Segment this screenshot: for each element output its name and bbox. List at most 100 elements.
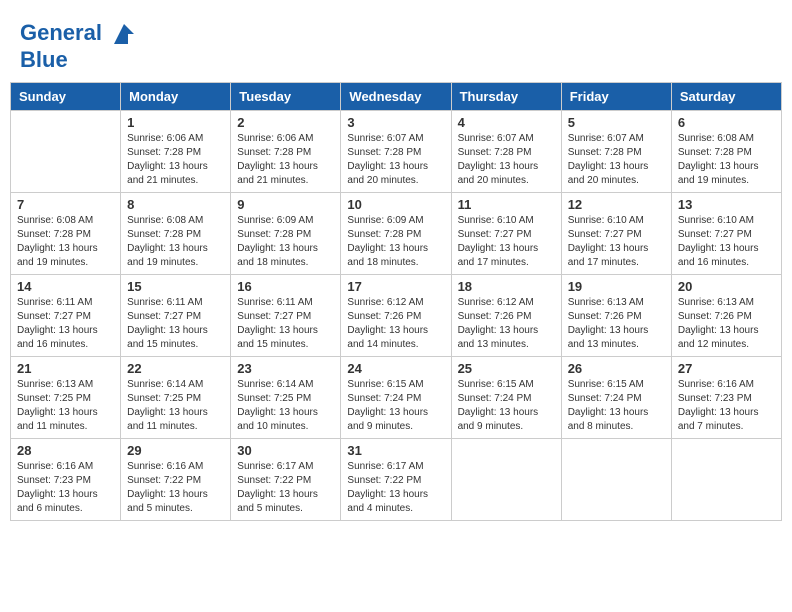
day-cell: 7 Sunrise: 6:08 AM Sunset: 7:28 PM Daylig… <box>11 193 121 275</box>
day-number: 27 <box>678 361 775 376</box>
day-number: 21 <box>17 361 114 376</box>
day-number: 11 <box>458 197 555 212</box>
day-info: Sunrise: 6:06 AM Sunset: 7:28 PM Dayligh… <box>127 132 224 188</box>
day-info: Sunrise: 6:10 AM Sunset: 7:27 PM Dayligh… <box>678 214 775 270</box>
day-cell: 22 Sunrise: 6:14 AM Sunset: 7:25 PM Dayli… <box>121 357 231 439</box>
week-row-4: 21 Sunrise: 6:13 AM Sunset: 7:25 PM Dayli… <box>11 357 782 439</box>
week-row-2: 7 Sunrise: 6:08 AM Sunset: 7:28 PM Daylig… <box>11 193 782 275</box>
week-row-1: 1Sunrise: 6:06 AM Sunset: 7:28 PM Daylig… <box>11 111 782 193</box>
day-number: 4 <box>458 115 555 130</box>
day-number: 12 <box>568 197 665 212</box>
day-cell: 24 Sunrise: 6:15 AM Sunset: 7:24 PM Dayli… <box>341 357 451 439</box>
day-info: Sunrise: 6:14 AM Sunset: 7:25 PM Dayligh… <box>237 378 334 434</box>
logo-general: General <box>20 20 102 45</box>
day-info: Sunrise: 6:17 AM Sunset: 7:22 PM Dayligh… <box>347 460 444 516</box>
day-info: Sunrise: 6:11 AM Sunset: 7:27 PM Dayligh… <box>237 296 334 352</box>
day-cell: 28 Sunrise: 6:16 AM Sunset: 7:23 PM Dayli… <box>11 439 121 521</box>
day-number: 3 <box>347 115 444 130</box>
day-number: 22 <box>127 361 224 376</box>
day-cell <box>671 439 781 521</box>
day-cell: 10 Sunrise: 6:09 AM Sunset: 7:28 PM Dayli… <box>341 193 451 275</box>
day-info: Sunrise: 6:12 AM Sunset: 7:26 PM Dayligh… <box>458 296 555 352</box>
week-row-3: 14 Sunrise: 6:11 AM Sunset: 7:27 PM Dayli… <box>11 275 782 357</box>
day-info: Sunrise: 6:15 AM Sunset: 7:24 PM Dayligh… <box>347 378 444 434</box>
day-number: 7 <box>17 197 114 212</box>
day-number: 17 <box>347 279 444 294</box>
weekday-header-tuesday: Tuesday <box>231 83 341 111</box>
weekday-header-friday: Friday <box>561 83 671 111</box>
day-cell: 5Sunrise: 6:07 AM Sunset: 7:28 PM Daylig… <box>561 111 671 193</box>
day-number: 31 <box>347 443 444 458</box>
weekday-header-monday: Monday <box>121 83 231 111</box>
day-info: Sunrise: 6:06 AM Sunset: 7:28 PM Dayligh… <box>237 132 334 188</box>
day-info: Sunrise: 6:15 AM Sunset: 7:24 PM Dayligh… <box>568 378 665 434</box>
day-cell: 26Sunrise: 6:15 AM Sunset: 7:24 PM Dayli… <box>561 357 671 439</box>
day-number: 14 <box>17 279 114 294</box>
day-number: 15 <box>127 279 224 294</box>
day-number: 30 <box>237 443 334 458</box>
weekday-header-wednesday: Wednesday <box>341 83 451 111</box>
day-info: Sunrise: 6:11 AM Sunset: 7:27 PM Dayligh… <box>17 296 114 352</box>
day-number: 19 <box>568 279 665 294</box>
day-info: Sunrise: 6:10 AM Sunset: 7:27 PM Dayligh… <box>458 214 555 270</box>
day-info: Sunrise: 6:07 AM Sunset: 7:28 PM Dayligh… <box>458 132 555 188</box>
weekday-header-saturday: Saturday <box>671 83 781 111</box>
day-cell: 11 Sunrise: 6:10 AM Sunset: 7:27 PM Dayli… <box>451 193 561 275</box>
day-cell: 30Sunrise: 6:17 AM Sunset: 7:22 PM Dayli… <box>231 439 341 521</box>
day-info: Sunrise: 6:08 AM Sunset: 7:28 PM Dayligh… <box>678 132 775 188</box>
day-cell: 25Sunrise: 6:15 AM Sunset: 7:24 PM Dayli… <box>451 357 561 439</box>
weekday-header-sunday: Sunday <box>11 83 121 111</box>
day-info: Sunrise: 6:08 AM Sunset: 7:28 PM Dayligh… <box>127 214 224 270</box>
day-cell: 12 Sunrise: 6:10 AM Sunset: 7:27 PM Dayli… <box>561 193 671 275</box>
day-info: Sunrise: 6:16 AM Sunset: 7:23 PM Dayligh… <box>17 460 114 516</box>
day-info: Sunrise: 6:09 AM Sunset: 7:28 PM Dayligh… <box>237 214 334 270</box>
day-info: Sunrise: 6:13 AM Sunset: 7:25 PM Dayligh… <box>17 378 114 434</box>
day-cell: 23 Sunrise: 6:14 AM Sunset: 7:25 PM Dayli… <box>231 357 341 439</box>
day-cell: 31 Sunrise: 6:17 AM Sunset: 7:22 PM Dayli… <box>341 439 451 521</box>
day-cell: 17 Sunrise: 6:12 AM Sunset: 7:26 PM Dayli… <box>341 275 451 357</box>
day-info: Sunrise: 6:08 AM Sunset: 7:28 PM Dayligh… <box>17 214 114 270</box>
day-number: 9 <box>237 197 334 212</box>
day-cell: 19 Sunrise: 6:13 AM Sunset: 7:26 PM Dayli… <box>561 275 671 357</box>
day-number: 10 <box>347 197 444 212</box>
page-header: General Blue <box>10 10 782 77</box>
day-info: Sunrise: 6:11 AM Sunset: 7:27 PM Dayligh… <box>127 296 224 352</box>
day-info: Sunrise: 6:10 AM Sunset: 7:27 PM Dayligh… <box>568 214 665 270</box>
day-cell: 9 Sunrise: 6:09 AM Sunset: 7:28 PM Daylig… <box>231 193 341 275</box>
logo-blue: Blue <box>20 47 68 72</box>
day-cell: 29 Sunrise: 6:16 AM Sunset: 7:22 PM Dayli… <box>121 439 231 521</box>
day-number: 20 <box>678 279 775 294</box>
day-cell: 13Sunrise: 6:10 AM Sunset: 7:27 PM Dayli… <box>671 193 781 275</box>
day-cell: 1Sunrise: 6:06 AM Sunset: 7:28 PM Daylig… <box>121 111 231 193</box>
logo-icon <box>110 20 138 48</box>
day-cell: 4 Sunrise: 6:07 AM Sunset: 7:28 PM Daylig… <box>451 111 561 193</box>
week-row-5: 28 Sunrise: 6:16 AM Sunset: 7:23 PM Dayli… <box>11 439 782 521</box>
day-cell: 20 Sunrise: 6:13 AM Sunset: 7:26 PM Dayli… <box>671 275 781 357</box>
day-cell <box>451 439 561 521</box>
day-info: Sunrise: 6:12 AM Sunset: 7:26 PM Dayligh… <box>347 296 444 352</box>
weekday-header-row: SundayMondayTuesdayWednesdayThursdayFrid… <box>11 83 782 111</box>
logo: General Blue <box>20 20 138 72</box>
day-cell: 16 Sunrise: 6:11 AM Sunset: 7:27 PM Dayli… <box>231 275 341 357</box>
day-number: 29 <box>127 443 224 458</box>
day-number: 5 <box>568 115 665 130</box>
day-info: Sunrise: 6:09 AM Sunset: 7:28 PM Dayligh… <box>347 214 444 270</box>
day-number: 8 <box>127 197 224 212</box>
day-number: 23 <box>237 361 334 376</box>
day-info: Sunrise: 6:13 AM Sunset: 7:26 PM Dayligh… <box>678 296 775 352</box>
day-cell: 3Sunrise: 6:07 AM Sunset: 7:28 PM Daylig… <box>341 111 451 193</box>
day-info: Sunrise: 6:16 AM Sunset: 7:22 PM Dayligh… <box>127 460 224 516</box>
day-number: 24 <box>347 361 444 376</box>
day-cell: 6Sunrise: 6:08 AM Sunset: 7:28 PM Daylig… <box>671 111 781 193</box>
day-cell: 21 Sunrise: 6:13 AM Sunset: 7:25 PM Dayli… <box>11 357 121 439</box>
day-number: 18 <box>458 279 555 294</box>
day-info: Sunrise: 6:13 AM Sunset: 7:26 PM Dayligh… <box>568 296 665 352</box>
day-number: 16 <box>237 279 334 294</box>
day-number: 25 <box>458 361 555 376</box>
day-info: Sunrise: 6:14 AM Sunset: 7:25 PM Dayligh… <box>127 378 224 434</box>
day-number: 28 <box>17 443 114 458</box>
day-cell <box>11 111 121 193</box>
calendar-table: SundayMondayTuesdayWednesdayThursdayFrid… <box>10 82 782 521</box>
day-info: Sunrise: 6:16 AM Sunset: 7:23 PM Dayligh… <box>678 378 775 434</box>
day-cell: 8 Sunrise: 6:08 AM Sunset: 7:28 PM Daylig… <box>121 193 231 275</box>
